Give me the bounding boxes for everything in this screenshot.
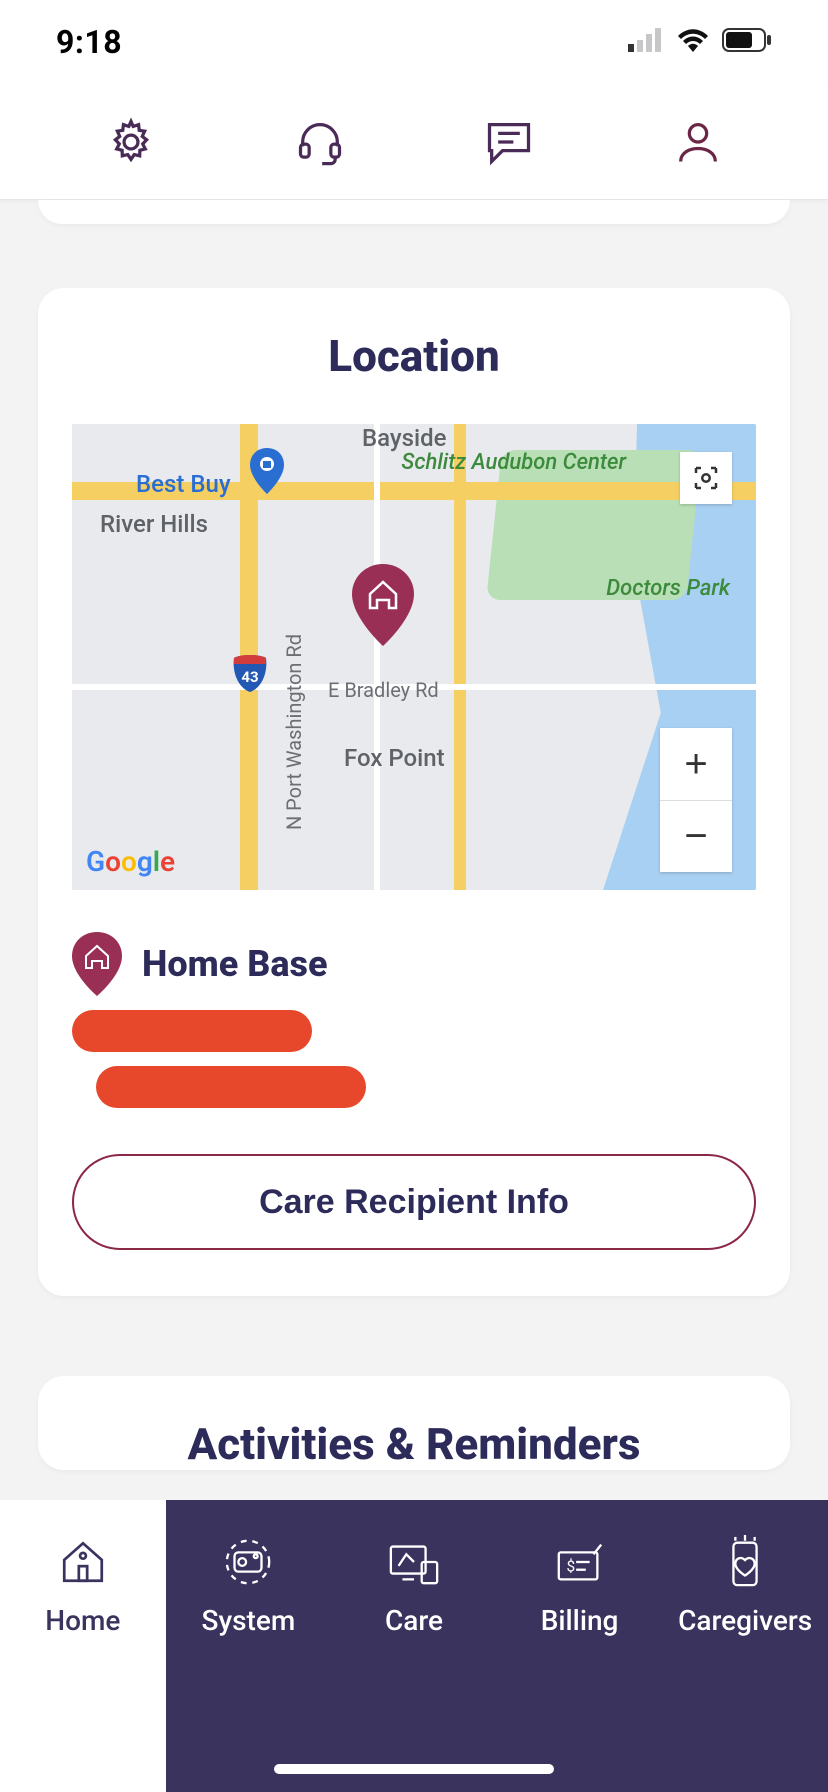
map-locate-button[interactable] [680,452,732,504]
store-pin-icon [250,448,284,494]
home-pin-icon [352,564,414,646]
map-label-bestbuy: Best Buy [136,470,231,498]
home-indicator[interactable] [274,1764,554,1774]
map-label-nport: N Port Washington Rd [282,634,306,830]
locate-icon [691,463,721,493]
zoom-in-button[interactable]: + [660,728,732,800]
chat-icon [483,118,535,166]
headset-icon [294,116,346,168]
activities-title: Activities & Reminders [72,1418,756,1470]
nav-care-label: Care [385,1604,443,1637]
map-road-thin-v [374,424,380,890]
map-label-riverhills: River Hills [100,510,208,538]
interstate-shield-icon: 43 [232,654,268,696]
profile-button[interactable] [669,113,727,171]
status-time: 9:18 [56,23,122,61]
content-area[interactable]: Location Bayside Best Buy River Hills Sc… [0,200,828,1590]
bottom-nav: Home System Care $ Billing Caregivers [0,1500,828,1792]
profile-icon [672,116,724,168]
map[interactable]: Bayside Best Buy River Hills Schlitz Aud… [72,424,756,890]
caregivers-icon [717,1534,773,1590]
billing-icon: $ [552,1534,608,1590]
activities-card: Activities & Reminders [38,1376,790,1470]
nav-home[interactable]: Home [0,1500,166,1792]
svg-text:43: 43 [241,668,258,686]
chat-button[interactable] [480,113,538,171]
care-recipient-info-button[interactable]: Care Recipient Info [72,1154,756,1250]
support-button[interactable] [291,113,349,171]
home-base-label: Home Base [142,943,328,985]
cellular-icon [628,28,664,56]
minus-icon: − [684,814,707,859]
nav-caregivers-label: Caregivers [678,1604,812,1637]
map-label-bayside: Bayside [362,424,447,452]
nav-home-label: Home [45,1604,120,1637]
location-title: Location [72,330,756,382]
battery-icon [722,28,772,56]
plus-icon: + [684,742,707,787]
home-base-row: Home Base [72,932,756,996]
svg-text:$: $ [566,1558,575,1576]
nav-care[interactable]: Care [331,1500,497,1792]
top-toolbar [0,84,828,200]
zoom-out-button[interactable]: − [660,800,732,872]
settings-button[interactable] [102,113,160,171]
map-label-schlitz: Schlitz Audubon Center [401,450,626,475]
map-label-doctors: Doctors Park [606,576,730,601]
map-label-bradley: E Bradley Rd [328,678,439,702]
home-icon [55,1534,111,1590]
map-label-foxpoint: Fox Point [344,744,445,772]
map-zoom-controls: + − [660,728,732,872]
redacted-address-line-2 [96,1066,366,1108]
redacted-address-line-1 [72,1010,312,1052]
system-icon [220,1534,276,1590]
location-card: Location Bayside Best Buy River Hills Sc… [38,288,790,1296]
home-base-pin-icon [72,932,122,996]
nav-system-label: System [201,1604,295,1637]
nav-billing-label: Billing [541,1604,619,1637]
nav-billing[interactable]: $ Billing [497,1500,663,1792]
map-attribution: Google [86,845,175,878]
gear-icon [105,116,157,168]
wifi-icon [676,28,710,56]
status-indicators [628,28,772,56]
prev-card-edge [38,200,790,224]
status-bar: 9:18 [0,0,828,84]
nav-system[interactable]: System [166,1500,332,1792]
care-icon [386,1534,442,1590]
nav-caregivers[interactable]: Caregivers [662,1500,828,1792]
